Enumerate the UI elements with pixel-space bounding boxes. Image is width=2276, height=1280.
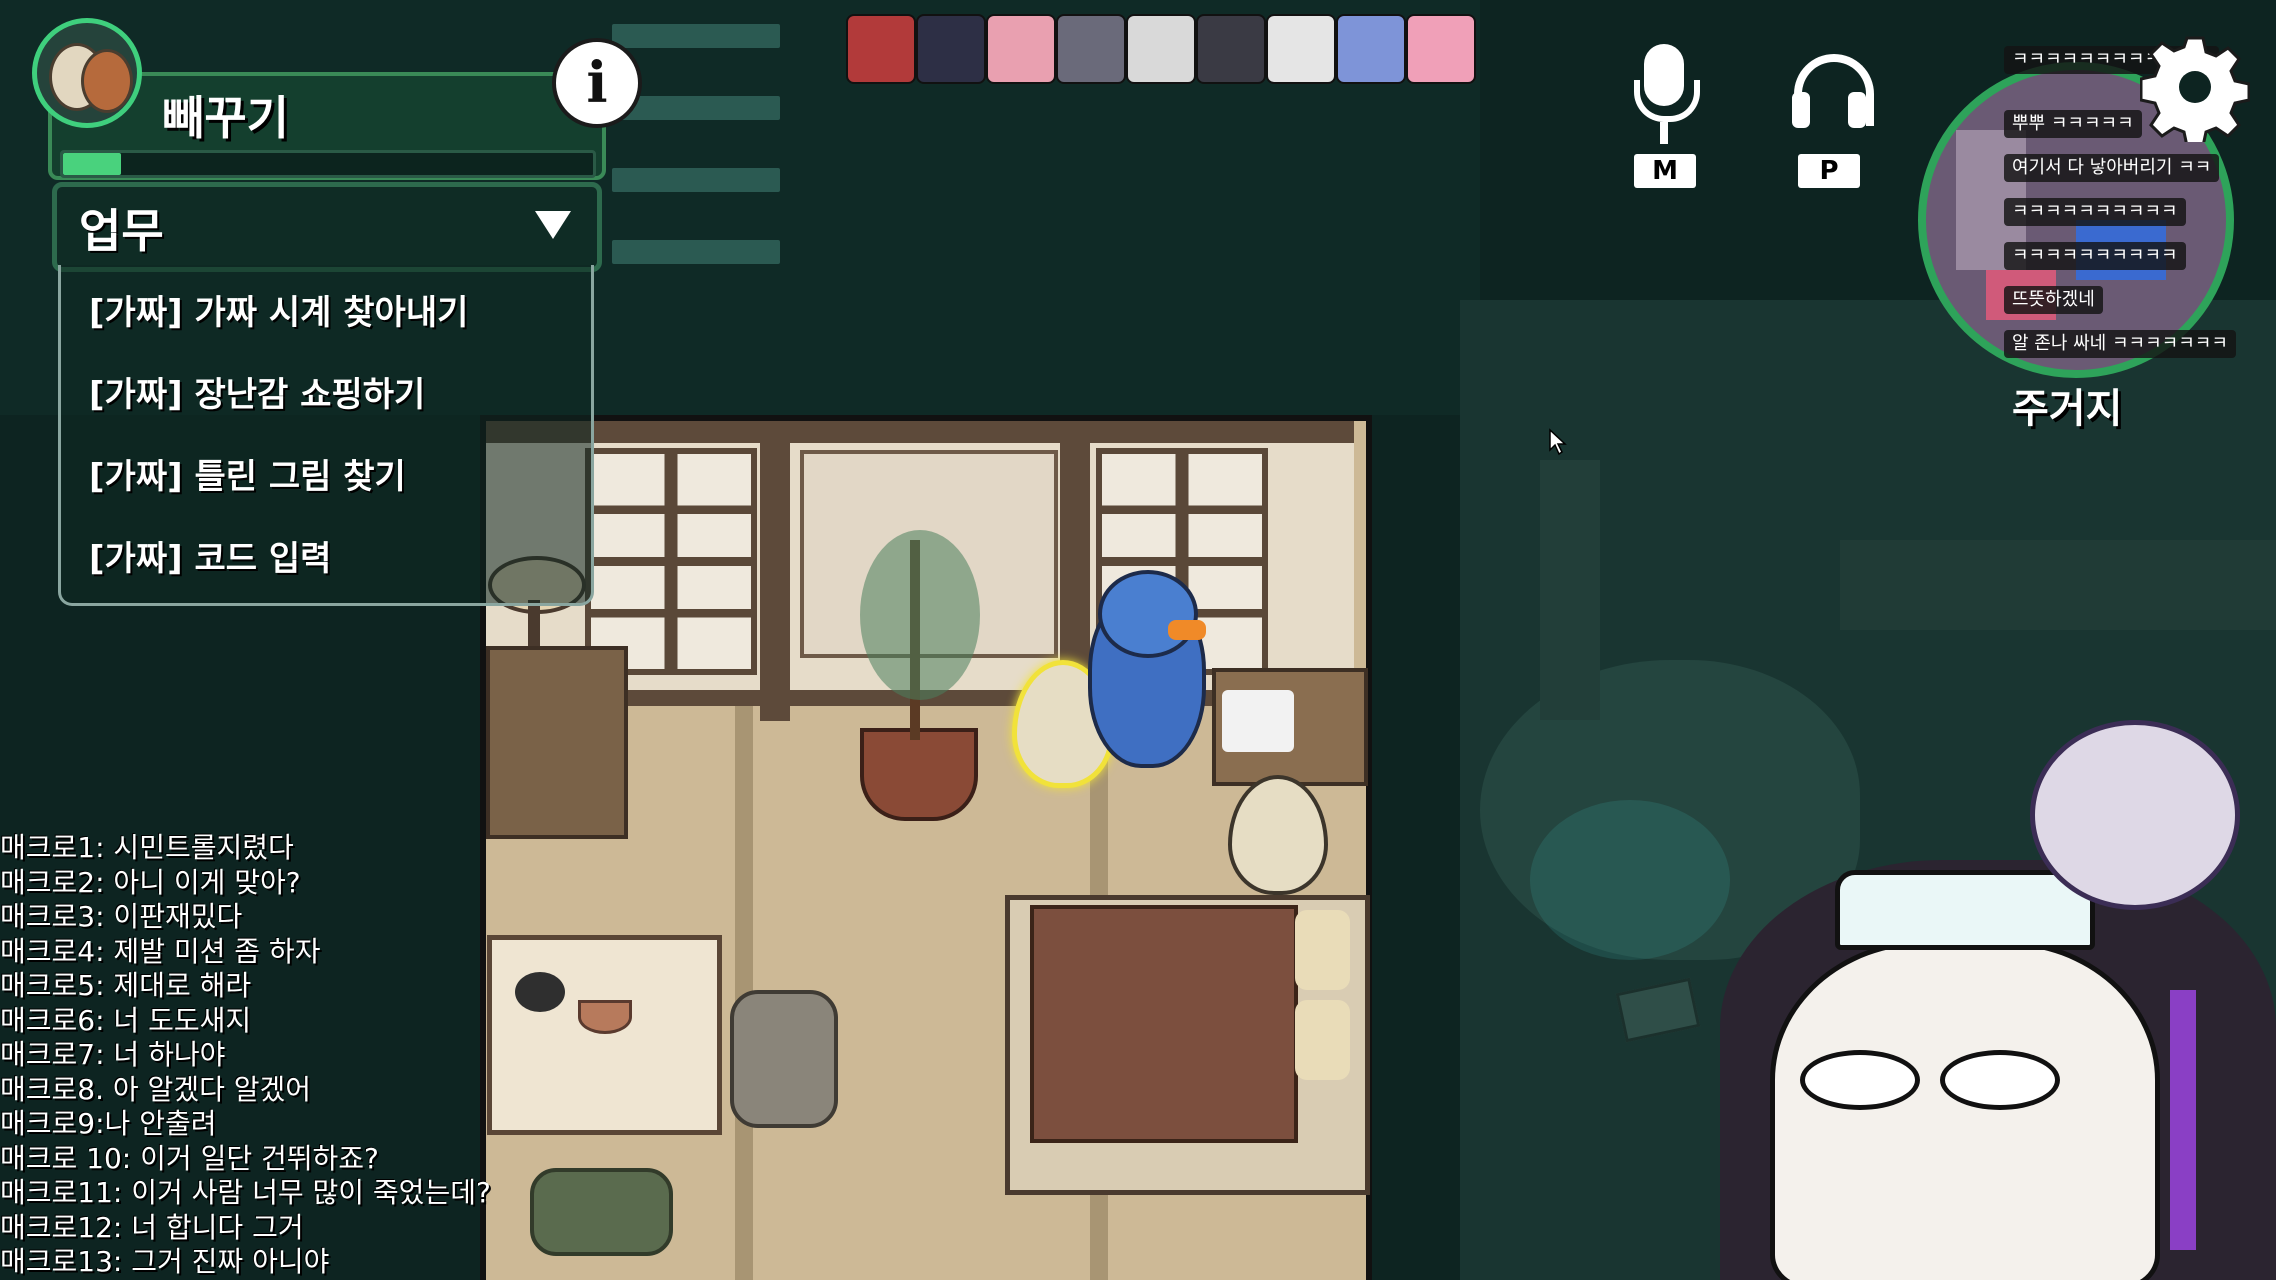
gear-icon bbox=[2139, 36, 2251, 148]
settings-button[interactable] bbox=[2139, 32, 2251, 148]
player-avatar[interactable] bbox=[846, 14, 916, 84]
plant-leaves bbox=[860, 530, 980, 700]
cushion bbox=[730, 990, 838, 1128]
minimap-chat-message: 뜨뜻하겠네 bbox=[2004, 286, 2103, 314]
microphone-button[interactable]: M bbox=[1620, 40, 1710, 200]
headphones-cup bbox=[1848, 92, 1866, 128]
task-progress-fill bbox=[63, 153, 122, 175]
player-avatar[interactable] bbox=[1266, 14, 1336, 84]
player-avatar[interactable] bbox=[1336, 14, 1406, 84]
tea-bowl bbox=[578, 1000, 632, 1034]
mouse-cursor-icon bbox=[1549, 428, 1567, 456]
streamer-avatar-face bbox=[1770, 940, 2160, 1280]
ruins-wall bbox=[1840, 540, 2276, 630]
minimap-chat-message: ㅋㅋㅋㅋㅋㅋㅋㅋㅋㅋ bbox=[2004, 242, 2186, 270]
player-avatar[interactable] bbox=[986, 14, 1056, 84]
minimap-chat-message: 여기서 다 낳아버리기 ㅋㅋ bbox=[2004, 154, 2220, 182]
player-avatar[interactable] bbox=[916, 14, 986, 84]
chat-message: 매크로13: 그거 진짜 아니야 bbox=[0, 1245, 330, 1278]
player-avatar[interactable] bbox=[1056, 14, 1126, 84]
info-icon: i bbox=[586, 50, 608, 116]
player-avatar[interactable] bbox=[1126, 14, 1196, 84]
wall-stripe bbox=[612, 168, 780, 192]
player-list bbox=[846, 0, 1476, 100]
microphone-stand bbox=[1634, 80, 1700, 122]
duck-player-head bbox=[1098, 570, 1198, 658]
player-avatar[interactable] bbox=[1406, 14, 1476, 84]
microphone-base bbox=[1660, 122, 1668, 144]
info-button[interactable]: i bbox=[552, 38, 642, 128]
wall-post bbox=[760, 421, 790, 721]
wall-beam bbox=[486, 421, 1354, 443]
headphone-key-label: P bbox=[1798, 154, 1860, 188]
location-label: 주거지 bbox=[2012, 386, 2123, 432]
shoji-window bbox=[585, 448, 757, 675]
task-header: 업무 bbox=[79, 204, 164, 258]
bed-blanket bbox=[1030, 905, 1298, 1143]
task-list: [가짜] 가짜 시계 찾아내기 [가짜] 장난감 쇼핑하기 [가짜] 틀린 그림… bbox=[58, 265, 594, 606]
remote-player-duck bbox=[2030, 720, 2240, 910]
task-item[interactable]: [가짜] 가짜 시계 찾아내기 bbox=[89, 285, 468, 334]
task-item[interactable]: [가짜] 틀린 그림 찾기 bbox=[89, 449, 406, 498]
role-name: 빼꾸기 bbox=[162, 91, 289, 145]
task-dropdown[interactable]: 업무 bbox=[52, 182, 602, 272]
task-item[interactable]: [가짜] 코드 입력 bbox=[89, 531, 331, 580]
plant-pot bbox=[860, 728, 978, 821]
ruins-pillar bbox=[1540, 460, 1600, 720]
dresser bbox=[486, 646, 628, 839]
bed-pillow bbox=[1295, 1000, 1350, 1080]
minimap-chat-message: ㅋㅋㅋㅋㅋㅋㅋㅋㅋㅋ bbox=[2004, 198, 2186, 226]
task-progress-track bbox=[60, 150, 596, 178]
duck-beak bbox=[1168, 620, 1206, 640]
wall-stripe bbox=[612, 240, 780, 264]
headphones-button[interactable]: P bbox=[1786, 40, 1876, 200]
shirt bbox=[1222, 690, 1294, 752]
role-avatar bbox=[32, 18, 142, 128]
headphones-cup bbox=[1792, 92, 1810, 128]
bed-pillow bbox=[1295, 910, 1350, 990]
egg-icon bbox=[81, 49, 133, 113]
task-item[interactable]: [가짜] 장난감 쇼핑하기 bbox=[89, 367, 425, 416]
mic-key-label: M bbox=[1634, 154, 1696, 188]
streamer-avatar-eye bbox=[1800, 1050, 1920, 1110]
streamer-avatar-hat bbox=[1835, 870, 2095, 950]
ruins-glow bbox=[1530, 800, 1730, 960]
minimap-chat-message: 알 존나 싸네 ㅋㅋㅋㅋㅋㅋㅋ bbox=[2004, 330, 2236, 358]
streamer-avatar-stripe bbox=[2170, 990, 2196, 1250]
streamer-avatar-eye bbox=[1940, 1050, 2060, 1110]
chat-log: 매크로1: 시민트롤지렸다 매크로2: 아니 이게 맞아? 매크로3: 이판재밌다 매… bbox=[0, 826, 560, 1280]
dropdown-arrow-icon bbox=[535, 211, 571, 239]
player-avatar[interactable] bbox=[1196, 14, 1266, 84]
wall-stripe bbox=[612, 24, 780, 48]
minimap-chat-message: 뿌뿌 ㅋㅋㅋㅋㅋ bbox=[2004, 110, 2142, 138]
